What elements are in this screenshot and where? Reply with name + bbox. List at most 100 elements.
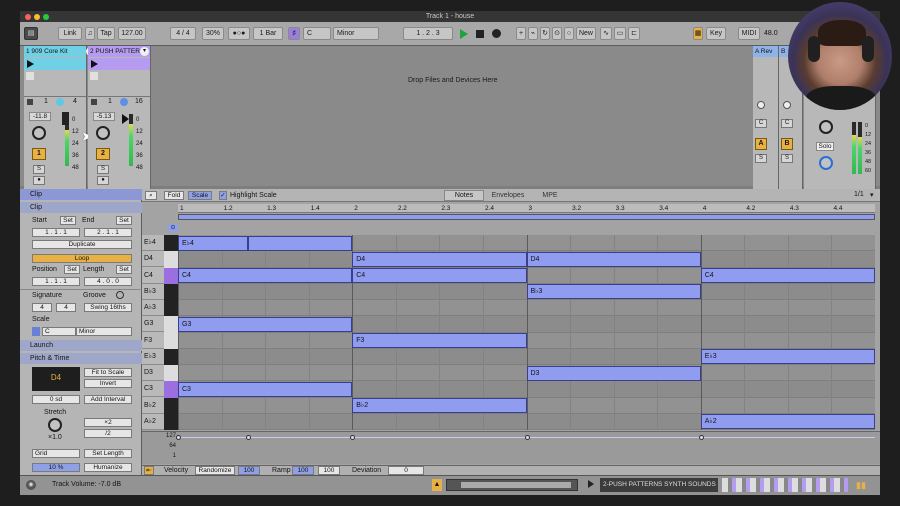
randomize-button[interactable]: Randomize [195, 466, 235, 475]
beat-ruler[interactable]: 1 1.2 1.3 1.4 2 2.2 2.3 2.4 3 3.2 3.3 3.4 4 4.2 4.3 4.4 [178, 204, 875, 213]
set-start-button[interactable]: Set [60, 216, 76, 225]
scale-button[interactable]: Scale [188, 191, 212, 200]
solo-button[interactable]: S [781, 154, 793, 163]
send-knob[interactable] [120, 98, 128, 106]
groove-pool-icon[interactable] [116, 291, 124, 299]
volume-field[interactable]: -11.8 [29, 112, 51, 121]
selected-device-label[interactable]: 2-PUSH PATTERNS SYNTH SOUNDS [600, 478, 718, 492]
pan-knob[interactable] [96, 126, 110, 140]
stop-icon[interactable] [476, 30, 484, 38]
transpose-display[interactable]: D4 [32, 367, 80, 391]
pan-knob[interactable] [783, 101, 791, 109]
highlight-scale-checkbox[interactable]: ✓ [219, 191, 227, 200]
arrangement-position[interactable]: 1 . 2 . 3 [403, 27, 453, 40]
note-grid[interactable]: E♭4 D4 D4 C4 C4 C4 B♭3 G3 F3 E♭3 D3 C3 B♭2 A♭2 [178, 235, 875, 430]
midi-note[interactable]: A♭2 [700, 414, 875, 430]
midi-note[interactable]: B♭2 [352, 398, 527, 413]
midi-note[interactable]: E♭4 [178, 235, 248, 251]
set-end-button[interactable]: Set [116, 216, 132, 225]
midi-note[interactable]: C4 [178, 268, 353, 283]
return-activator-button[interactable]: B [781, 138, 793, 150]
semitones-field[interactable]: 0 sd [32, 395, 80, 404]
pitch-time-section-header[interactable]: Pitch & Time [20, 353, 142, 364]
clip-slot-playing[interactable] [24, 58, 86, 70]
humanize-button[interactable]: Humanize [84, 463, 132, 472]
clip-slot-playing[interactable] [88, 58, 150, 70]
track-activator-button[interactable]: 1 [32, 148, 46, 160]
signature-numerator[interactable]: 4 [32, 303, 52, 312]
length-field[interactable]: 4 . 0 . 0 [84, 277, 132, 286]
session-record-icon[interactable]: ○ [564, 27, 574, 40]
scale-mode-dropdown[interactable]: Minor [76, 327, 132, 336]
velocity-lane[interactable]: 127 64 1 [142, 431, 880, 464]
quantize-dropdown[interactable]: 1 Bar [253, 27, 283, 40]
midi-note[interactable]: G3 [178, 316, 353, 332]
computer-midi-icon[interactable]: ▭ [614, 27, 626, 40]
solo-button[interactable]: S [97, 165, 109, 174]
reenable-automation-icon[interactable]: ↻ [540, 27, 550, 40]
solo-cue-button[interactable]: Solo [816, 142, 834, 151]
midi-note[interactable]: F3 [352, 333, 527, 348]
warning-icon[interactable]: ▲ [432, 479, 442, 491]
track-activator-button[interactable]: 2 [96, 148, 110, 160]
stop-clip-icon[interactable] [26, 72, 34, 80]
return-c-button[interactable]: C [781, 119, 793, 128]
return-c-button[interactable]: C [755, 119, 767, 128]
midi-note[interactable]: C4 [352, 268, 527, 283]
chevron-down-icon[interactable]: ▾ [870, 191, 874, 199]
midi-note[interactable]: B♭3 [526, 284, 701, 300]
velocity-field[interactable]: 100 [238, 466, 260, 475]
midi-note[interactable] [247, 235, 353, 251]
play-icon[interactable] [460, 29, 468, 39]
cue-knob[interactable] [819, 156, 833, 170]
fold-button[interactable]: Fold [164, 191, 184, 200]
loop-button[interactable]: Loop [32, 254, 132, 263]
midi-note[interactable]: D3 [526, 365, 701, 381]
capture-icon[interactable]: ⊙ [552, 27, 562, 40]
tap-button[interactable]: Tap [97, 27, 115, 40]
key-map-button[interactable]: Key [706, 27, 726, 40]
track-title[interactable]: 1 909 Core Kit [24, 46, 86, 57]
overview-scroller[interactable] [446, 479, 578, 491]
midi-note[interactable]: C4 [700, 268, 875, 283]
swing-field[interactable]: 30% [202, 27, 224, 40]
clip-section-header[interactable]: Clip [20, 202, 142, 213]
solo-button[interactable]: S [33, 165, 45, 174]
scale-mode-dropdown[interactable]: Minor [333, 27, 379, 40]
chevron-down-icon[interactable]: ▾ [140, 47, 149, 56]
double-button[interactable]: ×2 [84, 418, 132, 427]
info-icon[interactable]: ◉ [26, 480, 36, 490]
end-field[interactable]: 2 . 1 . 1 [84, 228, 132, 237]
midi-note[interactable]: D4 [352, 251, 527, 267]
meter-bars-icon[interactable]: ▮▮ [856, 480, 868, 490]
metronome-settings-icon[interactable]: ●○● [228, 27, 250, 40]
set-length-button[interactable]: Set [116, 265, 132, 274]
keyboard-icon[interactable]: ▦ [693, 27, 703, 40]
record-icon[interactable] [492, 29, 501, 38]
position-field[interactable]: 1 . 1 . 1 [32, 277, 80, 286]
arm-button[interactable]: ● [97, 176, 109, 185]
duplicate-button[interactable]: Duplicate [32, 240, 132, 249]
drop-zone[interactable]: Drop Files and Devices Here [408, 77, 497, 84]
velocity-marker[interactable] [350, 435, 356, 440]
overdub-icon[interactable]: + [516, 27, 526, 40]
fader-arrow-icon[interactable] [122, 114, 129, 124]
velocity-marker[interactable] [245, 435, 251, 440]
scale-root-dropdown[interactable]: C [303, 27, 331, 40]
minimize-button[interactable] [34, 14, 40, 20]
clip-tab[interactable]: Clip [20, 189, 142, 200]
close-button[interactable] [25, 14, 31, 20]
pan-knob[interactable] [32, 126, 46, 140]
master-volume-knob[interactable] [819, 120, 833, 134]
midi-map-button[interactable]: MIDI [738, 27, 760, 40]
return-activator-button[interactable]: A [755, 138, 767, 150]
velocity-marker[interactable] [176, 435, 181, 440]
punch-icon[interactable]: ⊏ [628, 27, 640, 40]
play-icon[interactable] [588, 480, 594, 488]
send-knob[interactable] [56, 98, 64, 106]
scale-root-dropdown[interactable]: C [42, 327, 76, 336]
grid-dropdown[interactable]: Grid [32, 449, 80, 458]
device-chain-overview[interactable] [722, 478, 848, 492]
solo-button[interactable]: S [755, 154, 767, 163]
stop-clip-icon[interactable] [90, 72, 98, 80]
